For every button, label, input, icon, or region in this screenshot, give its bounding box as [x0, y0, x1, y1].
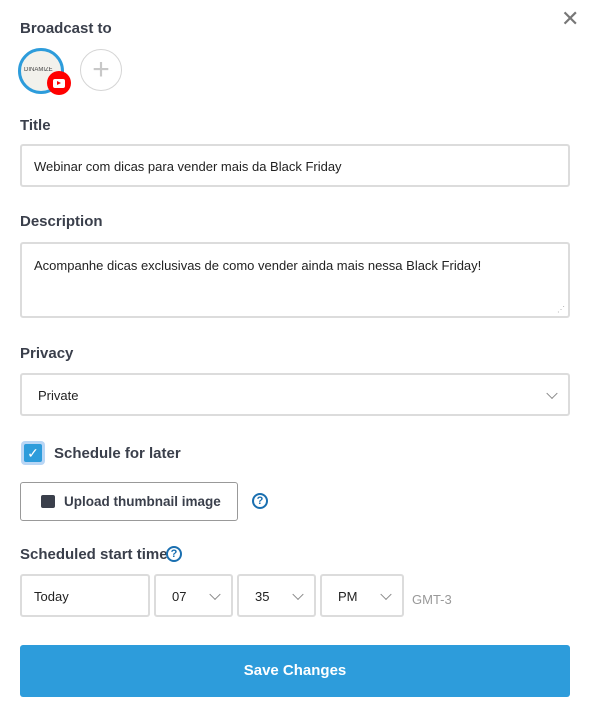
channel-avatar[interactable]: DINAMIZE: [18, 48, 71, 95]
date-input[interactable]: Today: [20, 574, 150, 617]
privacy-select[interactable]: Private: [20, 373, 570, 416]
schedule-checkbox[interactable]: ✓: [21, 441, 45, 465]
timezone-label: GMT-3: [412, 592, 452, 607]
youtube-icon: [47, 71, 71, 95]
check-icon: ✓: [24, 444, 42, 462]
title-input[interactable]: Webinar com dicas para vender mais da Bl…: [20, 144, 570, 187]
minute-select[interactable]: 35: [237, 574, 316, 617]
add-channel-button[interactable]: +: [80, 49, 122, 91]
description-textarea[interactable]: Acompanhe dicas exclusivas de como vende…: [20, 242, 570, 318]
channel-logo: DINAMIZE: [24, 67, 53, 73]
description-label: Description: [20, 213, 103, 230]
privacy-value: Private: [38, 388, 79, 403]
schedule-label: Schedule for later: [54, 445, 181, 462]
description-text: Acompanhe dicas exclusivas de como vende…: [34, 258, 482, 273]
broadcast-to-label: Broadcast to: [20, 20, 112, 37]
upload-thumbnail-button[interactable]: Upload thumbnail image: [20, 482, 238, 521]
chevron-down-icon: [380, 588, 392, 600]
close-button[interactable]: ✕: [561, 8, 579, 30]
hour-select[interactable]: 07: [154, 574, 233, 617]
help-icon[interactable]: ?: [166, 546, 182, 562]
title-label: Title: [20, 117, 51, 134]
ampm-value: PM: [338, 589, 358, 604]
image-icon: [41, 495, 55, 508]
minute-value: 35: [255, 589, 270, 604]
hour-value: 07: [172, 589, 187, 604]
privacy-label: Privacy: [20, 345, 74, 362]
start-time-label: Scheduled start time: [20, 546, 168, 563]
chevron-down-icon: [546, 387, 558, 399]
chevron-down-icon: [292, 588, 304, 600]
resize-handle[interactable]: ⋰: [557, 305, 565, 314]
upload-label: Upload thumbnail image: [64, 494, 221, 509]
ampm-select[interactable]: PM: [320, 574, 404, 617]
help-icon[interactable]: ?: [252, 493, 268, 509]
chevron-down-icon: [209, 588, 221, 600]
save-changes-button[interactable]: Save Changes: [20, 645, 570, 697]
